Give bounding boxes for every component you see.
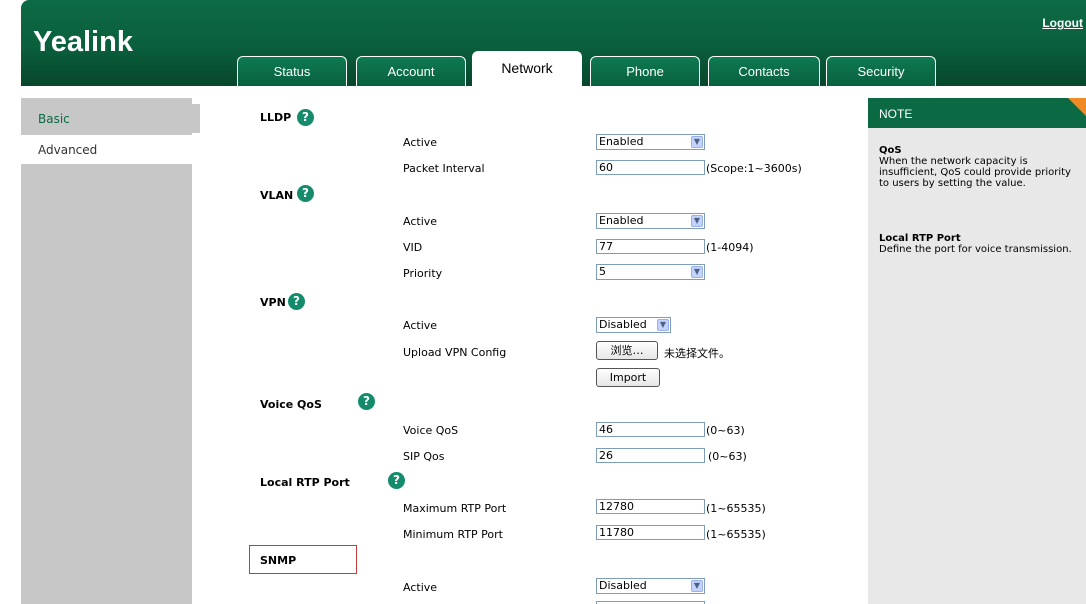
chevron-down-icon: ▼ — [691, 266, 703, 278]
note-qos-title: QoS — [879, 145, 902, 156]
chevron-down-icon: ▼ — [691, 215, 703, 227]
voice-qos-scope: (0~63) — [706, 424, 745, 437]
voice-qos-section-title: Voice QoS — [260, 398, 322, 411]
no-file-selected-text: 未选择文件。 — [664, 347, 730, 360]
lldp-active-label: Active — [403, 136, 438, 149]
snmp-active-select[interactable]: Disabled ▼ — [596, 578, 705, 594]
lldp-active-select[interactable]: Enabled ▼ — [596, 134, 705, 150]
sidebar: Basic Advanced — [21, 98, 201, 604]
sip-qos-label: SIP Qos — [403, 450, 445, 463]
rtp-help-icon[interactable]: ? — [388, 472, 405, 489]
voice-qos-input[interactable]: 46 — [596, 422, 705, 437]
vlan-priority-select[interactable]: 5 ▼ — [596, 264, 705, 280]
lldp-active-value: Enabled — [599, 135, 644, 148]
vlan-active-value: Enabled — [599, 214, 644, 227]
vlan-vid-scope: (1-4094) — [706, 241, 754, 254]
note-panel: NOTE QoS When the network capacity is in… — [868, 98, 1086, 604]
lldp-section-title: LLDP — [260, 111, 292, 124]
yealink-logo: Yealink — [33, 26, 133, 58]
note-rtp-text: Define the port for voice transmission. — [879, 244, 1072, 255]
chevron-down-icon: ▼ — [691, 580, 703, 592]
lldp-help-icon[interactable]: ? — [297, 109, 314, 126]
voice-qos-label: Voice QoS — [403, 424, 459, 437]
snmp-active-label: Active — [403, 581, 438, 594]
snmp-highlight-box — [249, 545, 357, 574]
lldp-interval-label: Packet Interval — [403, 162, 485, 175]
vlan-vid-label: VID — [403, 241, 423, 254]
chevron-down-icon: ▼ — [691, 136, 703, 148]
rtp-min-scope: (1~65535) — [706, 528, 766, 541]
sidebar-item-advanced[interactable]: Advanced — [21, 135, 201, 164]
rtp-max-label: Maximum RTP Port — [403, 502, 507, 515]
chevron-down-icon: ▼ — [657, 319, 669, 331]
import-button[interactable]: Import — [596, 368, 660, 387]
vlan-active-select[interactable]: Enabled ▼ — [596, 213, 705, 229]
vpn-section-title: VPN — [260, 296, 286, 309]
lldp-interval-input[interactable]: 60 — [596, 160, 705, 175]
lldp-interval-scope: (Scope:1~3600s) — [706, 162, 802, 175]
note-qos-text: When the network capacity is insufficien… — [879, 156, 1071, 189]
tab-security[interactable]: Security — [826, 56, 936, 86]
vlan-priority-label: Priority — [403, 267, 443, 280]
tab-status[interactable]: Status — [237, 56, 347, 86]
sip-qos-scope: (0~63) — [708, 450, 747, 463]
browse-file-button[interactable]: 浏览… — [596, 341, 658, 360]
vlan-active-label: Active — [403, 215, 438, 228]
tab-contacts[interactable]: Contacts — [708, 56, 820, 86]
vlan-vid-input[interactable]: 77 — [596, 239, 705, 254]
note-header: NOTE — [868, 98, 1086, 128]
vpn-active-value: Disabled — [599, 318, 647, 331]
sidebar-item-basic[interactable]: Basic — [21, 104, 201, 133]
sip-qos-input[interactable]: 26 — [596, 448, 705, 463]
rtp-min-input[interactable]: 11780 — [596, 525, 705, 540]
voice-qos-help-icon[interactable]: ? — [358, 393, 375, 410]
vpn-upload-label: Upload VPN Config — [403, 346, 507, 359]
note-corner-decoration — [1068, 98, 1086, 116]
rtp-max-input[interactable]: 12780 — [596, 499, 705, 514]
note-rtp-title: Local RTP Port — [879, 233, 961, 244]
vlan-section-title: VLAN — [260, 189, 294, 202]
rtp-max-scope: (1~65535) — [706, 502, 766, 515]
vpn-active-label: Active — [403, 319, 438, 332]
vlan-help-icon[interactable]: ? — [297, 185, 314, 202]
logout-link[interactable]: Logout — [1042, 16, 1083, 30]
tab-account[interactable]: Account — [356, 56, 466, 86]
tab-phone[interactable]: Phone — [590, 56, 700, 86]
settings-form: LLDP ? Active Enabled ▼ Packet Interval … — [200, 98, 860, 604]
rtp-min-label: Minimum RTP Port — [403, 528, 503, 541]
vpn-active-select[interactable]: Disabled ▼ — [596, 317, 671, 333]
rtp-section-title: Local RTP Port — [260, 476, 350, 489]
snmp-active-value: Disabled — [599, 579, 647, 592]
vpn-help-icon[interactable]: ? — [288, 293, 305, 310]
tab-network[interactable]: Network — [472, 51, 582, 88]
vlan-priority-value: 5 — [599, 265, 606, 278]
